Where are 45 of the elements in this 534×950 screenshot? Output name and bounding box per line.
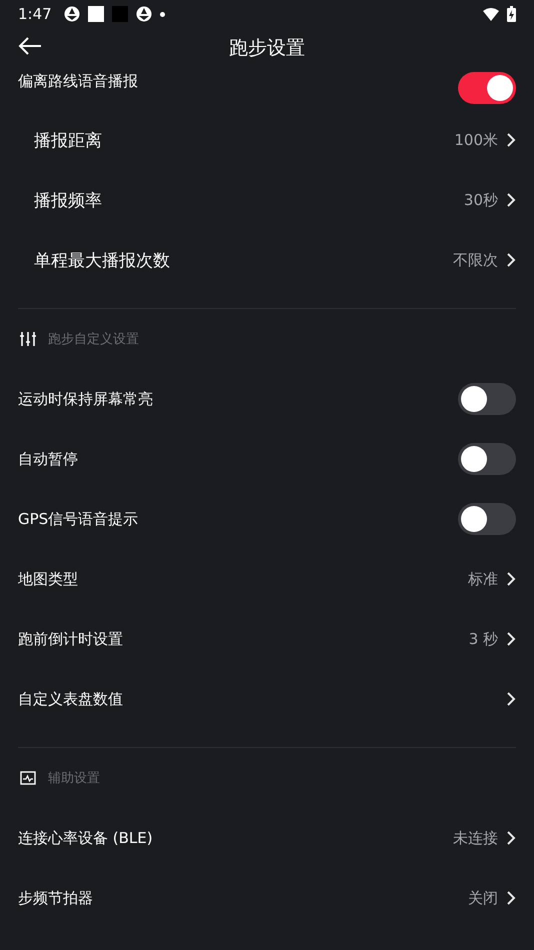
setting-label: 地图类型 bbox=[18, 570, 79, 588]
page-title: 跑步设置 bbox=[229, 36, 305, 61]
toggle-switch[interactable] bbox=[458, 383, 516, 415]
toggle-switch[interactable] bbox=[458, 503, 516, 535]
chevron-right-icon bbox=[506, 192, 516, 208]
square-icon bbox=[88, 6, 104, 22]
setting-label: GPS信号语音提示 bbox=[18, 510, 140, 528]
chevron-right-icon bbox=[506, 890, 516, 906]
setting-label: 播报频率 bbox=[34, 190, 103, 212]
chevron-right-icon bbox=[506, 830, 516, 846]
sliders-icon bbox=[20, 331, 36, 347]
setting-value: 不限次 bbox=[453, 250, 498, 270]
pulse-icon bbox=[20, 771, 36, 785]
aperture-icon bbox=[136, 6, 152, 22]
chevron-right-icon bbox=[506, 631, 516, 647]
square-icon bbox=[112, 6, 128, 22]
chevron-right-icon bbox=[506, 571, 516, 587]
setting-label: 跑前倒计时设置 bbox=[18, 630, 124, 648]
setting-value: 未连接 bbox=[453, 828, 498, 848]
wifi-icon bbox=[483, 8, 499, 20]
setting-value: 30秒 bbox=[464, 190, 498, 210]
toggle-switch[interactable] bbox=[458, 443, 516, 475]
section-title: 跑步自定义设置 bbox=[48, 331, 139, 348]
setting-label: 播报距离 bbox=[34, 130, 103, 152]
setting-label: 连接心率设备 (BLE) bbox=[18, 828, 154, 848]
setting-value: 100米 bbox=[454, 130, 498, 150]
setting-label: 自定义表盘数值 bbox=[18, 690, 124, 708]
back-arrow-icon bbox=[18, 36, 42, 56]
setting-value: 标准 bbox=[468, 570, 498, 588]
dot-icon bbox=[160, 12, 165, 16]
setting-label: 自动暂停 bbox=[18, 450, 79, 468]
setting-value: 关闭 bbox=[468, 888, 498, 908]
aperture-icon bbox=[64, 6, 80, 22]
setting-value: 3 秒 bbox=[468, 630, 498, 648]
section-title: 辅助设置 bbox=[48, 770, 100, 787]
toggle-switch[interactable] bbox=[458, 72, 516, 104]
status-time: 1:47 bbox=[18, 5, 52, 23]
battery-icon bbox=[507, 6, 516, 22]
chevron-right-icon bbox=[506, 691, 516, 707]
setting-label: 偏离路线语音播报 bbox=[18, 72, 139, 91]
chevron-right-icon bbox=[506, 252, 516, 268]
setting-label: 步频节拍器 bbox=[18, 888, 94, 908]
chevron-right-icon bbox=[506, 132, 516, 148]
setting-label: 单程最大播报次数 bbox=[34, 250, 171, 272]
setting-label: 运动时保持屏幕常亮 bbox=[18, 390, 154, 408]
